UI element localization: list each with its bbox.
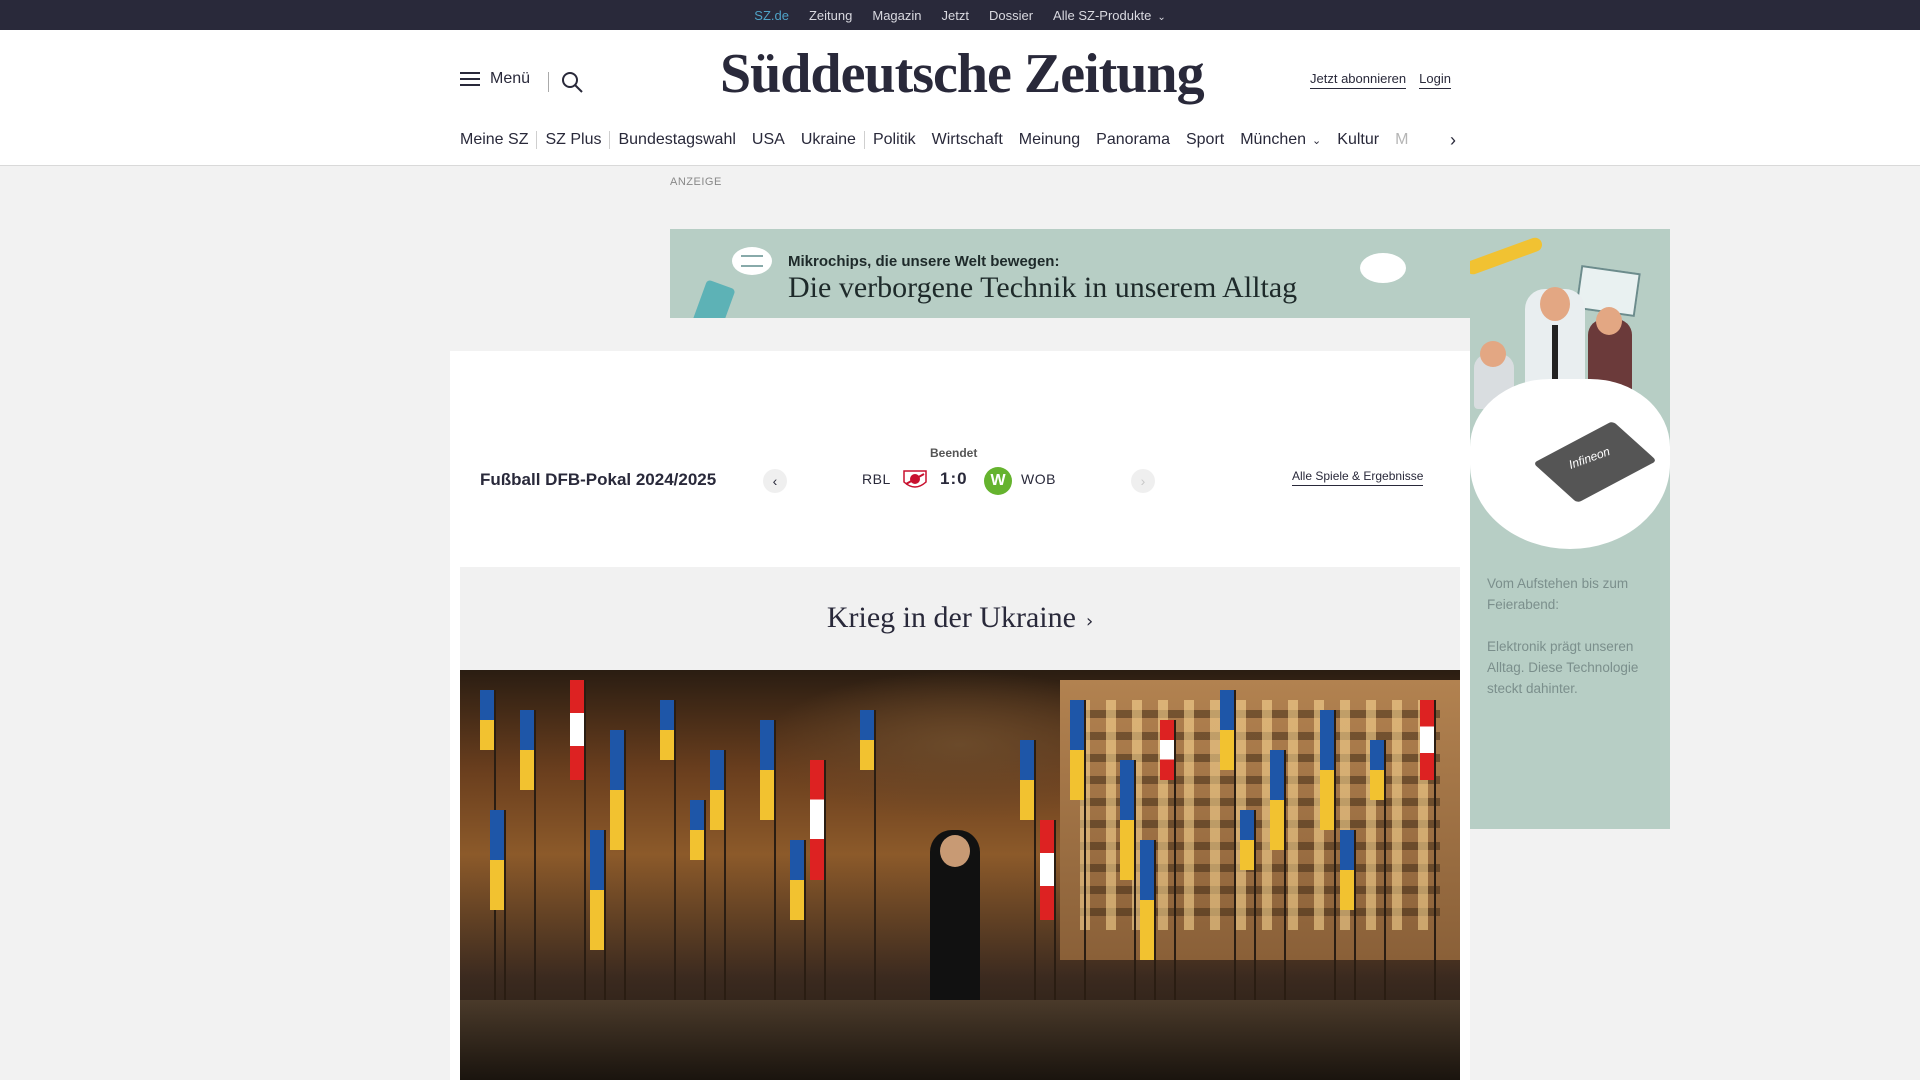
topbar-link-szde[interactable]: SZ.de: [744, 8, 799, 35]
topbar-link-alle-produkte-label: Alle SZ-Produkte: [1053, 7, 1152, 23]
away-team: WOB: [1021, 471, 1056, 487]
ukraine-flag: [1020, 740, 1034, 820]
nav-item-politik[interactable]: Politik: [865, 131, 924, 149]
topbar-link-zeitung[interactable]: Zeitung: [799, 8, 862, 23]
nav-item-truncated[interactable]: M: [1387, 131, 1416, 149]
ukraine-flag: [1340, 830, 1354, 910]
ukraine-flag: [810, 760, 824, 880]
cloud-illustration: [1360, 253, 1406, 283]
ad-skyscraper[interactable]: Infineon Vom Aufstehen bis zum Feieraben…: [1470, 229, 1670, 829]
site-logo[interactable]: Süddeutsche Zeitung: [720, 42, 1205, 106]
nav-scroll-right-icon[interactable]: ›: [1450, 130, 1466, 150]
ukraine-flag: [1270, 750, 1284, 850]
nav-item-sz-plus[interactable]: SZ Plus: [537, 131, 609, 149]
ad-headline: Die verborgene Technik in unserem Alltag: [788, 271, 1298, 304]
ukraine-flag: [1370, 740, 1384, 800]
score-ticker: Fußball DFB-Pokal 2024/2025 ‹ Beendet RB…: [480, 440, 1440, 520]
next-match-button[interactable]: ›: [1131, 469, 1155, 493]
ukraine-flag: [570, 680, 584, 780]
subscribe-link[interactable]: Jetzt abonnieren: [1310, 71, 1407, 89]
section-title: Krieg in der Ukraine: [826, 601, 1076, 634]
nav-item-kultur[interactable]: Kultur: [1329, 131, 1387, 149]
ukraine-flag: [1140, 840, 1154, 960]
hero-image[interactable]: [460, 670, 1460, 1080]
ukraine-flag: [610, 730, 624, 850]
child-head-illustration: [1480, 341, 1506, 367]
vfl-wolfsburg-logo-icon: W: [984, 467, 1012, 495]
ukraine-flag: [1220, 690, 1234, 770]
chevron-down-icon: ⌄: [1157, 11, 1166, 23]
topbar-link-jetzt[interactable]: Jetzt: [932, 8, 979, 23]
topbar-link-dossier[interactable]: Dossier: [979, 8, 1043, 23]
ukraine-flag: [660, 700, 674, 760]
home-team: RBL: [862, 471, 891, 487]
speech-bubble-lines: [741, 255, 763, 267]
match-status: Beendet: [930, 446, 978, 460]
hamburger-icon: [460, 71, 480, 87]
top-bar-links: SZ.de Zeitung Magazin Jetzt Dossier Alle…: [0, 0, 1920, 35]
all-games-link[interactable]: Alle Spiele & Ergebnisse: [1292, 469, 1424, 486]
nav-item-ukraine[interactable]: Ukraine: [793, 131, 864, 149]
ukraine-flag: [590, 830, 604, 950]
search-button[interactable]: [560, 70, 584, 94]
ukraine-flag: [520, 710, 534, 790]
ukraine-flag: [790, 840, 804, 920]
chevron-down-icon: ⌄: [1312, 135, 1322, 147]
nav-item-meinung[interactable]: Meinung: [1011, 131, 1088, 149]
person-head: [940, 835, 970, 867]
usb-stick-illustration: [690, 279, 736, 318]
ukraine-flag: [1120, 760, 1134, 880]
nav-item-sport[interactable]: Sport: [1178, 131, 1232, 149]
nav-item-usa[interactable]: USA: [744, 131, 793, 149]
ukraine-flag: [1070, 700, 1084, 800]
nav-item-muenchen[interactable]: München ⌄: [1232, 131, 1329, 149]
ukraine-flag: [1240, 810, 1254, 870]
menu-button[interactable]: Menü: [460, 70, 530, 88]
ad-copy-line-2: Elektronik prägt unseren Alltag. Diese T…: [1487, 639, 1639, 696]
top-bar: SZ.de Zeitung Magazin Jetzt Dossier Alle…: [0, 0, 1920, 35]
section-header: Krieg in der Ukraine ›: [460, 567, 1460, 670]
competition-name: Fußball DFB-Pokal 2024/2025: [480, 470, 717, 489]
nav-item-meine-sz[interactable]: Meine SZ: [460, 131, 536, 149]
ad-label: ANZEIGE: [670, 176, 722, 188]
chevron-right-icon: ›: [1085, 611, 1094, 632]
rb-leipzig-logo-icon: [903, 470, 927, 488]
section-title-link[interactable]: Krieg in der Ukraine ›: [460, 601, 1460, 635]
robot-arm-illustration: [1470, 235, 1544, 277]
menu-label: Menü: [490, 70, 531, 87]
main-nav: Meine SZ SZ Plus Bundestagswahl USA Ukra…: [460, 128, 1460, 152]
ukraine-flag: [1160, 720, 1174, 780]
ad-copy: Vom Aufstehen bis zum Feierabend: Elektr…: [1487, 573, 1657, 720]
ukraine-flag: [1420, 700, 1434, 780]
nav-item-panorama[interactable]: Panorama: [1088, 131, 1178, 149]
account-links: Jetzt abonnieren Login: [1310, 71, 1451, 89]
ukraine-flag: [490, 810, 504, 910]
nav-item-muenchen-label: München: [1240, 131, 1307, 148]
ukraine-flag: [860, 710, 874, 770]
ukraine-flag: [710, 750, 724, 830]
person-head-illustration: [1540, 287, 1570, 321]
nav-item-bundestagswahl[interactable]: Bundestagswahl: [610, 131, 743, 149]
topbar-link-magazin[interactable]: Magazin: [862, 8, 931, 23]
ad-kicker: Mikrochips, die unsere Welt bewegen:: [788, 253, 1060, 270]
login-link[interactable]: Login: [1419, 71, 1451, 89]
topbar-link-alle-produkte[interactable]: Alle SZ-Produkte ⌄: [1043, 8, 1176, 23]
nav-item-wirtschaft[interactable]: Wirtschaft: [924, 131, 1011, 149]
search-icon: [562, 72, 583, 93]
ad-copy-line-1: Vom Aufstehen bis zum Feierabend:: [1487, 576, 1629, 612]
header-divider: [548, 72, 549, 92]
ukraine-flag: [1040, 820, 1054, 920]
ukraine-flag: [690, 800, 704, 860]
previous-match-button[interactable]: ‹: [763, 469, 787, 493]
site-header: Menü Süddeutsche Zeitung Jetzt abonniere…: [0, 30, 1920, 166]
ukraine-flag: [480, 690, 494, 750]
ukraine-flag: [1320, 710, 1334, 830]
person-head-illustration: [1596, 307, 1622, 335]
match-result[interactable]: 1:0: [940, 469, 968, 489]
ukraine-flag: [760, 720, 774, 820]
